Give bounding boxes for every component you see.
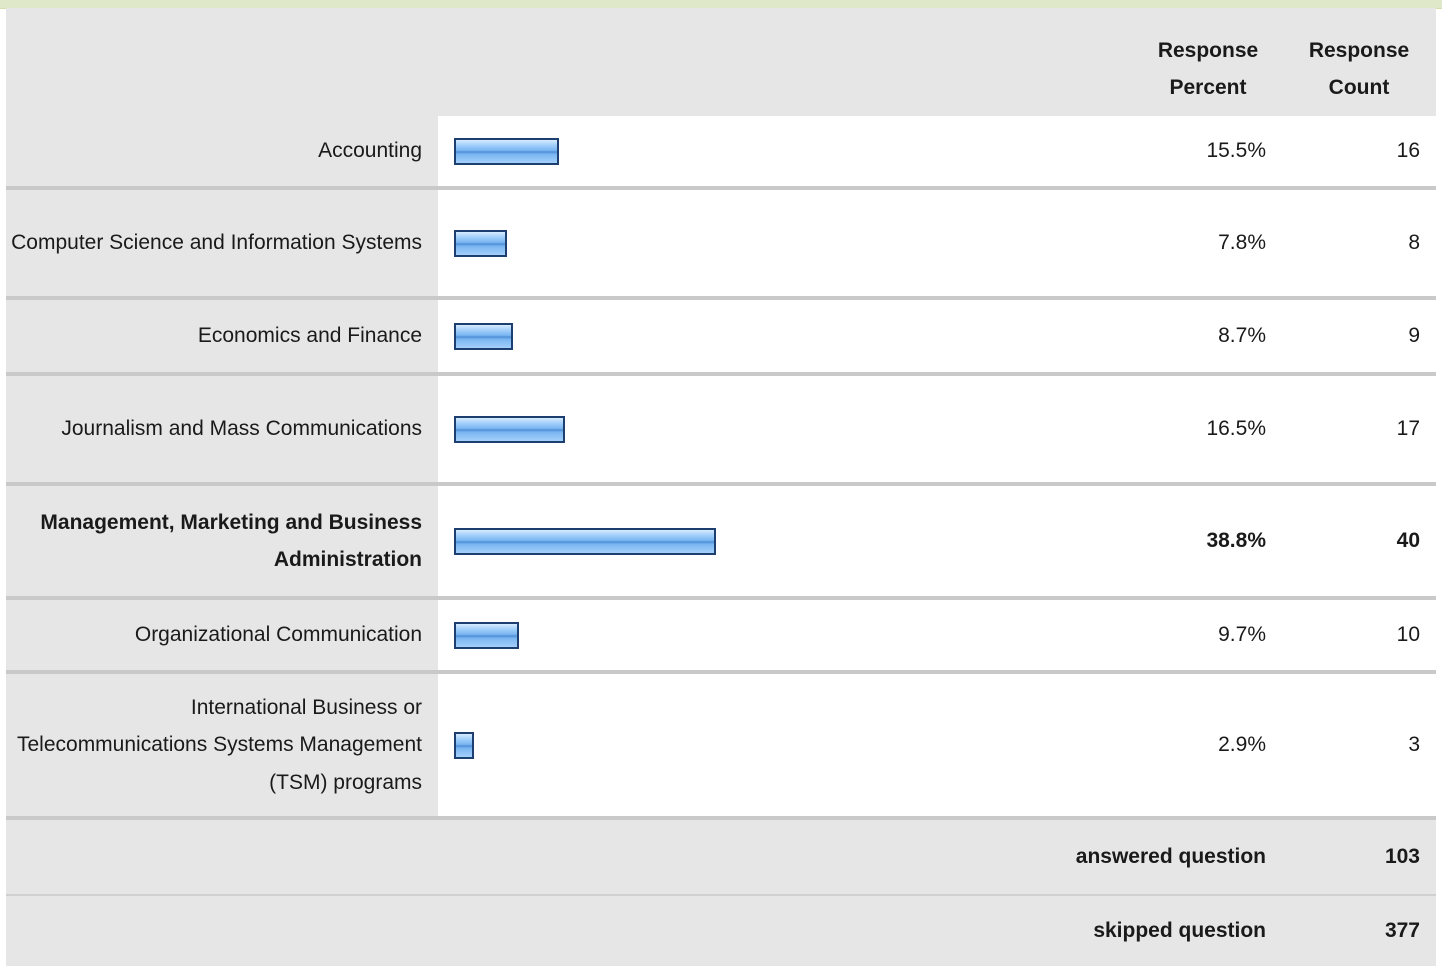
- skipped-question-row: skipped question 377: [6, 896, 1436, 966]
- header-response-percent: Response Percent: [1157, 39, 1259, 99]
- answered-question-value: 103: [1384, 845, 1420, 868]
- table-header: Response Percent Response Count: [6, 8, 1436, 116]
- table-row: Economics and Finance 8.7% 9: [6, 300, 1436, 372]
- response-count-value: 40: [1396, 529, 1420, 552]
- category-label: Computer Science and Information Systems: [11, 231, 422, 255]
- response-count-value: 16: [1396, 139, 1420, 162]
- table-row: Computer Science and Information Systems…: [6, 190, 1436, 296]
- response-count-value: 8: [1408, 231, 1420, 254]
- bar: [454, 323, 513, 350]
- skipped-question-value: 377: [1384, 919, 1420, 942]
- skipped-question-label: skipped question: [1093, 919, 1266, 942]
- header-response-count: Response Count: [1308, 39, 1410, 99]
- answered-question-row: answered question 103: [6, 820, 1436, 894]
- table-row: Journalism and Mass Communications 16.5% 1…: [6, 376, 1436, 482]
- bar: [454, 622, 519, 649]
- bar: [454, 732, 474, 759]
- category-label: International Business or Telecommunicat…: [16, 695, 422, 794]
- survey-results-table: Response Percent Response Count Accounti…: [6, 8, 1436, 966]
- category-label: Organizational Communication: [134, 623, 422, 647]
- response-count-value: 3: [1408, 733, 1420, 756]
- response-count-value: 9: [1408, 324, 1420, 347]
- table-row: Organizational Communication 9.7% 10: [6, 600, 1436, 670]
- bar: [454, 528, 716, 555]
- bar: [454, 230, 507, 257]
- response-count-value: 17: [1396, 417, 1420, 440]
- category-label: Economics and Finance: [197, 324, 422, 348]
- category-label: Accounting: [318, 139, 422, 163]
- table-row: Accounting 15.5% 16: [6, 116, 1436, 186]
- answered-question-label: answered question: [1075, 845, 1266, 868]
- category-label: Journalism and Mass Communications: [61, 417, 422, 441]
- bar: [454, 416, 565, 443]
- table-row: International Business or Telecommunicat…: [6, 674, 1436, 816]
- table-row: Management, Marketing and Business Admin…: [6, 486, 1436, 596]
- bar: [454, 138, 559, 165]
- response-count-value: 10: [1396, 623, 1420, 646]
- category-label: Management, Marketing and Business Admin…: [40, 510, 422, 572]
